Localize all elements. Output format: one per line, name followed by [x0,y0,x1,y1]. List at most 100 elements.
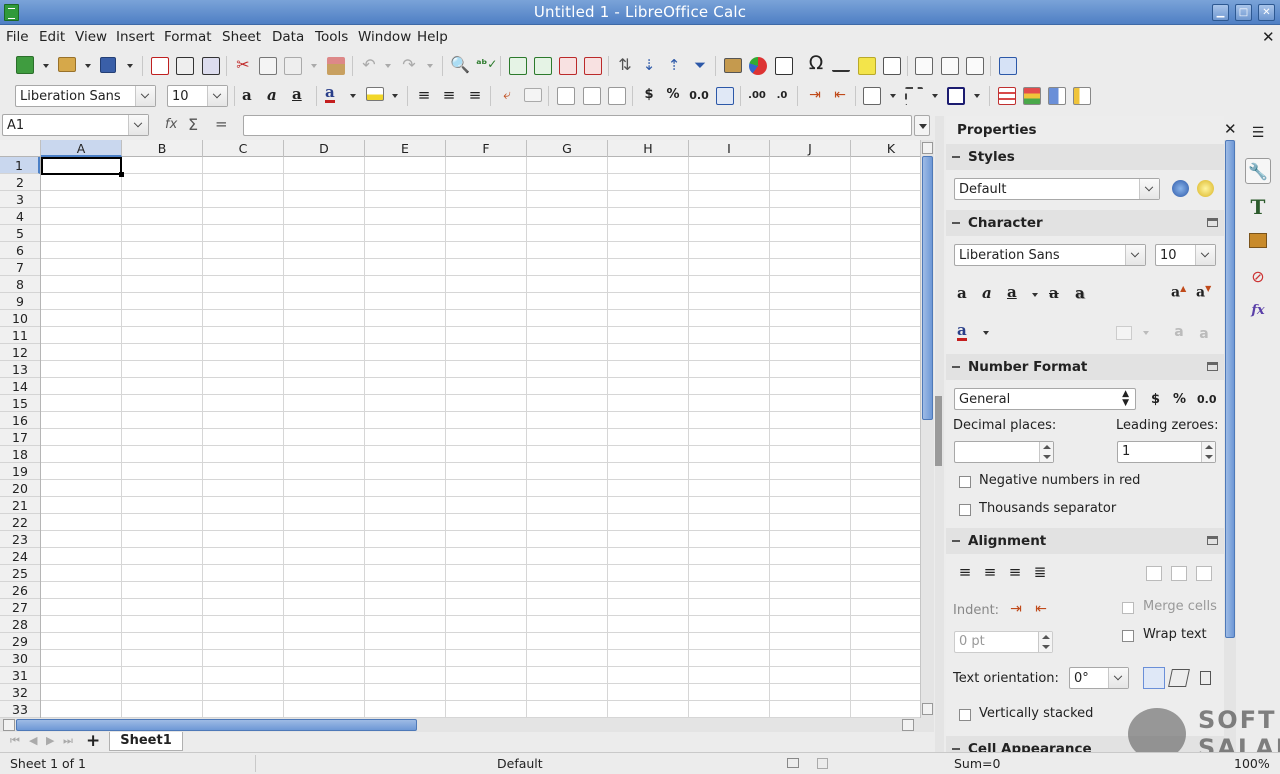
border-style-icon[interactable] [905,87,923,105]
character-deck-header[interactable]: Character [946,210,1224,236]
sidebar-scrollbar[interactable] [1224,140,1236,752]
data-bar-icon[interactable] [1048,87,1066,105]
sort-descending-icon[interactable]: ⇡ [665,56,683,74]
row-header[interactable]: 28 [0,616,40,633]
superscript-icon[interactable]: a [1170,323,1188,341]
paste-icon[interactable] [284,57,302,75]
italic-icon[interactable]: a [267,86,277,104]
styles-deck-header[interactable]: Styles [946,144,1224,170]
close-window-button[interactable]: ✕ [1258,4,1275,21]
row-header[interactable]: 23 [0,531,40,548]
wrap-text-icon[interactable]: ⤶ [498,86,516,104]
highlighting-color-icon[interactable] [366,87,384,101]
redo-dropdown-icon[interactable] [427,64,433,68]
menu-sheet[interactable]: Sheet [222,29,261,45]
delete-columns-icon[interactable] [584,57,602,75]
sidebar-bold-icon[interactable]: a [957,284,967,302]
text-orientation-dropdown-icon[interactable] [1108,668,1128,688]
print-preview-icon[interactable] [202,57,220,75]
sidebar-align-middle-icon[interactable] [1171,566,1187,581]
autofilter-icon[interactable]: ⏷ [690,56,710,74]
row-header[interactable]: 18 [0,446,40,463]
new-style-icon[interactable] [1197,180,1214,197]
spreadsheet-grid[interactable]: A B C D E F G H I J K 1 2 3 4 5 6 7 8 9 10 11 12 13 1… [0,140,920,718]
decimal-places-arrows-icon[interactable] [1039,442,1053,462]
vertical-scroll-thumb[interactable] [922,156,933,420]
date-format-icon[interactable] [716,87,734,105]
sidebar-scroll-thumb[interactable] [1225,140,1235,638]
formula-equals-icon[interactable]: = [215,115,228,133]
text-orientation-combo[interactable]: 0° [1069,667,1129,689]
row-header[interactable]: 3 [0,191,40,208]
menu-view[interactable]: View [75,29,107,45]
functions-tab-icon[interactable]: fx [1245,298,1271,324]
underline-dropdown-icon[interactable] [1032,293,1038,297]
sidebar-align-top-icon[interactable] [1146,566,1162,581]
strikethrough-icon[interactable]: a [1049,284,1059,302]
row-header[interactable]: 26 [0,582,40,599]
row-header[interactable]: 14 [0,378,40,395]
properties-tab-icon[interactable]: 🔧 [1245,158,1271,184]
row-header[interactable]: 33 [0,701,40,718]
sidebar-decrease-indent-icon[interactable]: ⇤ [1032,600,1050,618]
column-header[interactable]: A [41,140,122,157]
name-box[interactable]: A1 [2,114,149,136]
copy-icon[interactable] [259,57,277,75]
sidebar-font-name-combo[interactable]: Liberation Sans [954,244,1146,266]
select-all-corner[interactable] [0,140,41,157]
sort-ascending-icon[interactable]: ⇣ [640,56,658,74]
expand-formula-bar-button[interactable] [914,115,930,136]
menu-window[interactable]: Window [358,29,411,45]
align-top-icon[interactable] [557,87,575,105]
row-header[interactable]: 5 [0,225,40,242]
save-icon[interactable] [100,57,116,73]
row-header[interactable]: 15 [0,395,40,412]
spelling-icon[interactable]: ᵃᵇ✓ [476,55,497,73]
row-header[interactable]: 29 [0,633,40,650]
row-header[interactable]: 19 [0,463,40,480]
menu-insert[interactable]: Insert [116,29,155,45]
bold-icon[interactable]: a [242,86,252,104]
row-header[interactable]: 24 [0,548,40,565]
negative-red-checkbox[interactable] [959,476,971,488]
headers-footers-icon[interactable] [883,57,901,75]
leading-zeroes-spinner[interactable]: 1 [1117,441,1216,463]
indent-spinner[interactable]: 0 pt [954,631,1053,653]
column-header[interactable]: J [770,140,851,157]
delete-decimal-icon[interactable]: .0 [773,87,791,105]
orientation-standard-icon[interactable] [1200,671,1211,685]
align-right-icon[interactable]: ≡ [466,86,484,104]
clone-formatting-icon[interactable] [327,57,345,75]
leading-zeroes-arrows-icon[interactable] [1201,442,1215,462]
row-header[interactable]: 12 [0,344,40,361]
document-modified-icon[interactable] [817,758,828,769]
update-style-icon[interactable] [1172,180,1189,197]
save-dropdown-icon[interactable] [127,64,133,68]
column-header[interactable]: D [284,140,365,157]
sidebar-align-center-icon[interactable]: ≡ [981,563,999,581]
new-dropdown-icon[interactable] [43,64,49,68]
scroll-up-button[interactable] [922,142,933,154]
orientation-top-icon[interactable] [1168,669,1190,687]
borders-icon[interactable] [863,87,881,105]
conditional-format-icon[interactable] [998,87,1016,105]
number-format-icon[interactable]: 0.0 [689,87,709,105]
center-vertically-icon[interactable] [583,87,601,105]
sidebar-align-bottom-icon[interactable] [1196,566,1212,581]
sort-icon[interactable]: ⇅ [616,56,634,74]
row-header[interactable]: 4 [0,208,40,225]
show-draw-functions-icon[interactable] [999,57,1017,75]
column-header[interactable]: C [203,140,284,157]
column-header[interactable]: K [851,140,920,157]
add-sheet-icon[interactable]: + [86,731,100,751]
delete-rows-icon[interactable] [559,57,577,75]
open-dropdown-icon[interactable] [85,64,91,68]
row-header[interactable]: 30 [0,650,40,667]
number-format-deck-header[interactable]: Number Format [946,354,1224,380]
splitter-handle[interactable] [935,396,942,466]
paste-dropdown-icon[interactable] [311,64,317,68]
row-header[interactable]: 25 [0,565,40,582]
sum-icon[interactable]: Σ [188,115,198,134]
formula-input[interactable] [243,115,912,136]
close-sidebar-icon[interactable]: ✕ [1224,120,1237,138]
